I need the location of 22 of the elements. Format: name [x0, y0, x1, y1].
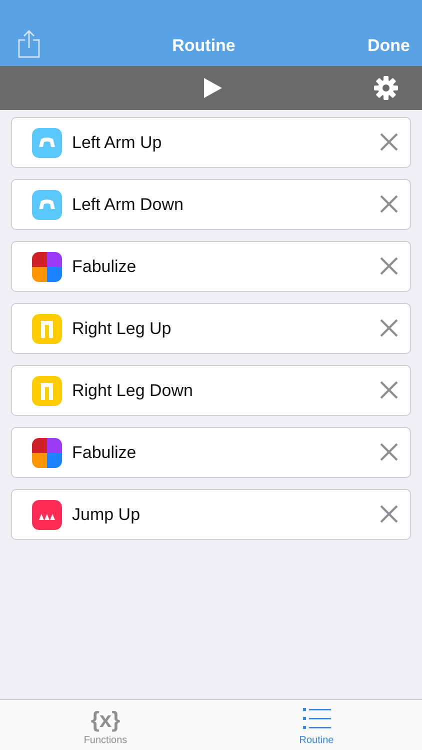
step-row[interactable]: Fabulize — [11, 427, 411, 478]
step-row[interactable]: Jump Up — [11, 489, 411, 540]
play-icon[interactable] — [204, 78, 222, 98]
step-label: Fabulize — [72, 256, 138, 278]
settings-icon[interactable] — [374, 76, 398, 100]
step-label: Jump Up — [72, 504, 142, 526]
step-label: Right Leg Up — [72, 318, 172, 340]
share-icon[interactable] — [18, 30, 40, 58]
nav-title: Routine — [171, 34, 236, 56]
step-row[interactable]: Right Leg Down — [11, 365, 411, 416]
step-row[interactable]: Fabulize — [11, 241, 411, 292]
step-label: Right Leg Down — [72, 380, 194, 402]
color-grid-icon — [32, 252, 62, 282]
step-row[interactable]: Left Arm Up — [11, 117, 411, 168]
step-label: Left Arm Down — [72, 194, 184, 216]
list-icon — [302, 705, 332, 731]
color-grid-icon — [32, 438, 62, 468]
step-label: Left Arm Up — [72, 132, 163, 154]
step-row[interactable]: Left Arm Down — [11, 179, 411, 230]
step-row[interactable]: Right Leg Up — [11, 303, 411, 354]
step-label: Fabulize — [72, 442, 138, 464]
tab[interactable]: Routine — [211, 700, 422, 750]
